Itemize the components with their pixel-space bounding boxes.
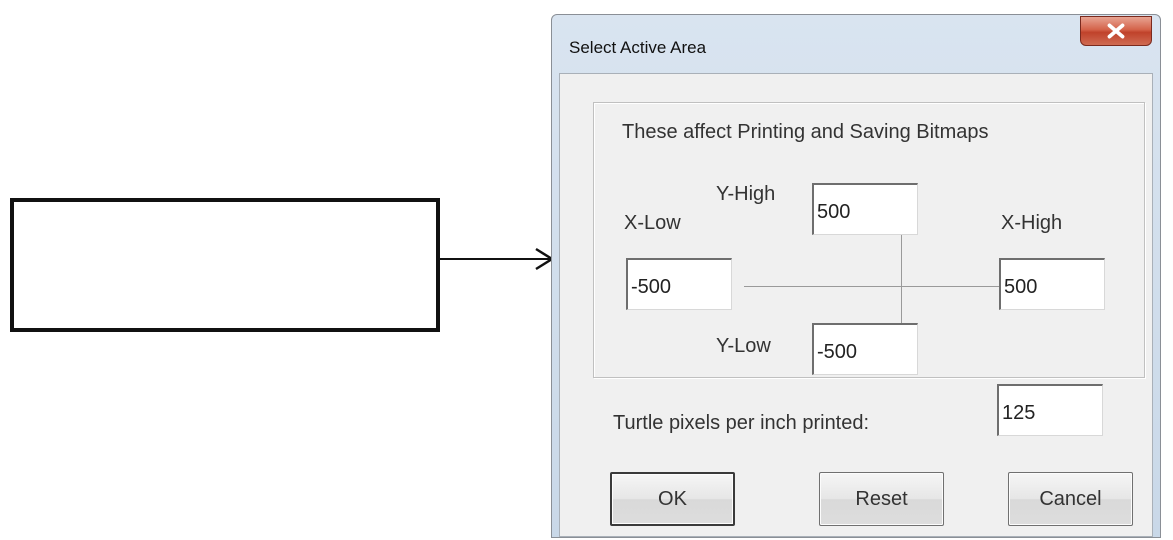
y-low-label: Y-Low bbox=[716, 335, 771, 357]
x-high-input[interactable] bbox=[999, 258, 1105, 310]
ok-button[interactable]: OK bbox=[610, 472, 735, 526]
group-caption: These affect Printing and Saving Bitmaps bbox=[622, 121, 989, 143]
close-icon bbox=[1107, 23, 1125, 39]
active-area-groupbox: These affect Printing and Saving Bitmaps… bbox=[593, 102, 1145, 378]
crosshair-vertical-line bbox=[901, 235, 902, 337]
dialog-title: Select Active Area bbox=[569, 38, 707, 57]
close-button[interactable] bbox=[1080, 16, 1152, 46]
select-active-area-dialog: Select Active Area These affect Printing… bbox=[551, 14, 1161, 538]
arrow-right-icon bbox=[436, 247, 555, 271]
annotation-box bbox=[10, 198, 440, 332]
pixels-per-inch-label: Turtle pixels per inch printed: bbox=[613, 412, 870, 434]
y-low-input[interactable] bbox=[812, 323, 918, 375]
cancel-button[interactable]: Cancel bbox=[1008, 472, 1133, 526]
crosshair-horizontal-line bbox=[744, 286, 1040, 287]
pixels-per-inch-input[interactable] bbox=[997, 384, 1103, 436]
reset-button[interactable]: Reset bbox=[819, 472, 944, 526]
x-low-label: X-Low bbox=[624, 212, 681, 234]
title-bar: Select Active Area bbox=[552, 15, 1160, 73]
dialog-client-area: These affect Printing and Saving Bitmaps… bbox=[559, 73, 1153, 537]
x-high-label: X-High bbox=[1001, 212, 1063, 234]
y-high-label: Y-High bbox=[716, 183, 776, 205]
x-low-input[interactable] bbox=[626, 258, 732, 310]
y-high-input[interactable] bbox=[812, 183, 918, 235]
